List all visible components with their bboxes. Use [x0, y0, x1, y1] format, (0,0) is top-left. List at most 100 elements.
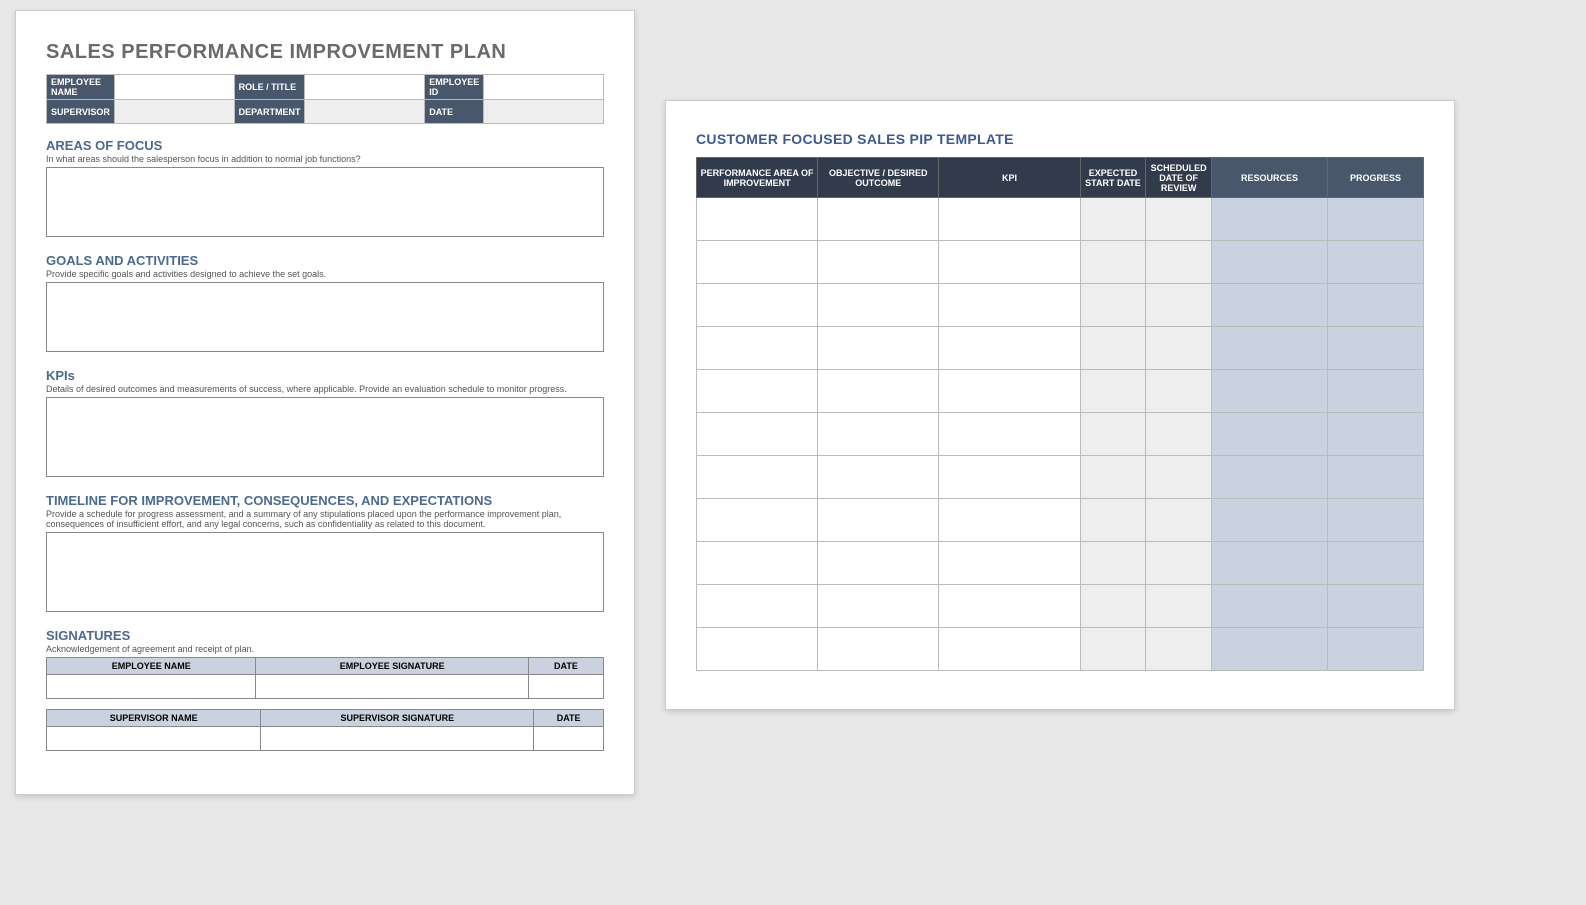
pip-cell[interactable]	[1328, 585, 1424, 628]
field-employee-name[interactable]	[114, 75, 234, 100]
pip-cell[interactable]	[1146, 284, 1212, 327]
pip-cell[interactable]	[1146, 198, 1212, 241]
pip-cell[interactable]	[1146, 413, 1212, 456]
pip-cell[interactable]	[818, 284, 939, 327]
pip-cell[interactable]	[939, 628, 1080, 671]
pip-cell[interactable]	[818, 542, 939, 585]
box-kpi[interactable]	[46, 397, 604, 477]
pip-cell[interactable]	[818, 327, 939, 370]
pip-cell[interactable]	[1080, 327, 1146, 370]
pip-cell[interactable]	[1080, 628, 1146, 671]
pip-cell[interactable]	[697, 241, 818, 284]
pip-cell[interactable]	[1328, 284, 1424, 327]
pip-cell[interactable]	[1146, 628, 1212, 671]
pip-cell[interactable]	[1328, 456, 1424, 499]
field-department[interactable]	[305, 100, 425, 124]
pip-cell[interactable]	[818, 413, 939, 456]
section-desc-timeline: Provide a schedule for progress assessme…	[46, 509, 604, 529]
pip-cell[interactable]	[1211, 499, 1327, 542]
pip-cell[interactable]	[939, 499, 1080, 542]
pip-cell[interactable]	[1146, 585, 1212, 628]
pip-cell[interactable]	[697, 198, 818, 241]
section-desc-kpi: Details of desired outcomes and measurem…	[46, 384, 604, 394]
table-row	[697, 413, 1424, 456]
pip-cell[interactable]	[939, 542, 1080, 585]
pip-cell[interactable]	[1211, 585, 1327, 628]
pip-cell[interactable]	[1328, 628, 1424, 671]
pip-cell[interactable]	[939, 370, 1080, 413]
pip-cell[interactable]	[1211, 370, 1327, 413]
pip-cell[interactable]	[1080, 284, 1146, 327]
pip-cell[interactable]	[1328, 241, 1424, 284]
pip-cell[interactable]	[1328, 370, 1424, 413]
pip-cell[interactable]	[1146, 370, 1212, 413]
info-table: EMPLOYEE NAME ROLE / TITLE EMPLOYEE ID S…	[46, 74, 604, 124]
sig-field-employee-date[interactable]	[528, 675, 603, 699]
pip-cell[interactable]	[697, 284, 818, 327]
box-focus[interactable]	[46, 167, 604, 237]
pip-cell[interactable]	[1211, 327, 1327, 370]
pip-cell[interactable]	[1211, 241, 1327, 284]
pip-cell[interactable]	[939, 456, 1080, 499]
pip-cell[interactable]	[939, 198, 1080, 241]
pip-cell[interactable]	[1211, 198, 1327, 241]
pip-cell[interactable]	[697, 499, 818, 542]
pip-cell[interactable]	[1328, 327, 1424, 370]
pip-cell[interactable]	[1211, 413, 1327, 456]
sig-field-supervisor-sig[interactable]	[261, 727, 534, 751]
field-role-title[interactable]	[305, 75, 425, 100]
pip-cell[interactable]	[697, 456, 818, 499]
pip-cell[interactable]	[1146, 499, 1212, 542]
pip-cell[interactable]	[1211, 628, 1327, 671]
field-date[interactable]	[484, 100, 604, 124]
box-goals[interactable]	[46, 282, 604, 352]
pip-cell[interactable]	[1080, 585, 1146, 628]
pip-cell[interactable]	[1328, 542, 1424, 585]
pip-cell[interactable]	[697, 542, 818, 585]
pip-cell[interactable]	[1080, 542, 1146, 585]
pip-cell[interactable]	[1146, 327, 1212, 370]
section-head-signatures: SIGNATURES	[46, 628, 604, 643]
pip-cell[interactable]	[939, 327, 1080, 370]
field-supervisor[interactable]	[114, 100, 234, 124]
pip-cell[interactable]	[697, 585, 818, 628]
sig-field-supervisor-name[interactable]	[47, 727, 261, 751]
sig-field-employee-sig[interactable]	[256, 675, 528, 699]
pip-cell[interactable]	[1080, 499, 1146, 542]
label-employee-id: EMPLOYEE ID	[425, 75, 484, 100]
pip-cell[interactable]	[818, 628, 939, 671]
box-timeline[interactable]	[46, 532, 604, 612]
pip-cell[interactable]	[939, 241, 1080, 284]
pip-cell[interactable]	[1080, 198, 1146, 241]
pip-cell[interactable]	[1211, 284, 1327, 327]
pip-cell[interactable]	[1328, 198, 1424, 241]
pip-cell[interactable]	[818, 499, 939, 542]
pip-cell[interactable]	[697, 413, 818, 456]
pip-cell[interactable]	[1080, 413, 1146, 456]
table-row	[697, 198, 1424, 241]
sig-field-supervisor-date[interactable]	[534, 727, 604, 751]
pip-cell[interactable]	[1146, 241, 1212, 284]
pip-cell[interactable]	[939, 284, 1080, 327]
field-employee-id[interactable]	[484, 75, 604, 100]
pip-cell[interactable]	[1211, 456, 1327, 499]
pip-cell[interactable]	[818, 456, 939, 499]
pip-cell[interactable]	[1080, 370, 1146, 413]
pip-cell[interactable]	[697, 370, 818, 413]
pip-cell[interactable]	[1328, 413, 1424, 456]
pip-cell[interactable]	[1080, 456, 1146, 499]
pip-cell[interactable]	[1080, 241, 1146, 284]
pip-cell[interactable]	[1328, 499, 1424, 542]
pip-cell[interactable]	[1211, 542, 1327, 585]
pip-cell[interactable]	[939, 413, 1080, 456]
pip-cell[interactable]	[939, 585, 1080, 628]
pip-cell[interactable]	[818, 241, 939, 284]
pip-cell[interactable]	[818, 585, 939, 628]
pip-cell[interactable]	[1146, 542, 1212, 585]
pip-cell[interactable]	[818, 198, 939, 241]
sig-field-employee-name[interactable]	[47, 675, 256, 699]
pip-cell[interactable]	[697, 628, 818, 671]
pip-cell[interactable]	[1146, 456, 1212, 499]
pip-cell[interactable]	[818, 370, 939, 413]
pip-cell[interactable]	[697, 327, 818, 370]
